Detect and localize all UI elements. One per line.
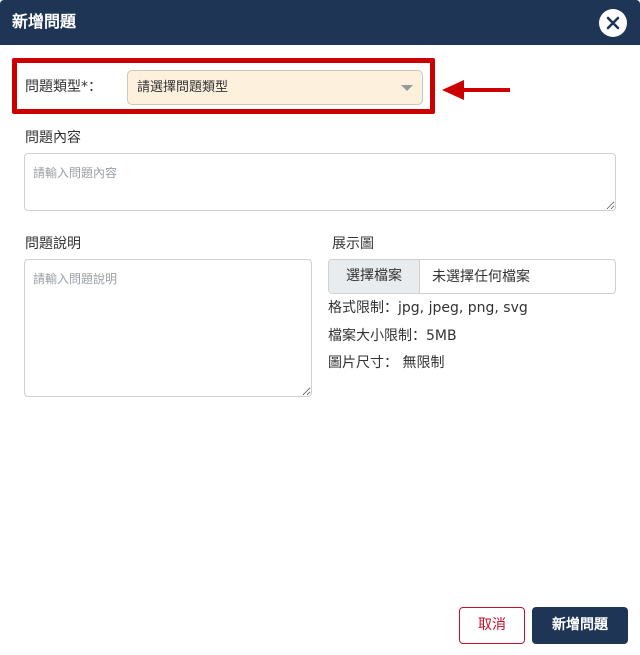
submit-button[interactable]: 新增問題 (532, 607, 628, 644)
arrow-left-icon (442, 80, 510, 100)
question-content-label: 問題內容 (25, 130, 81, 146)
question-type-selected-text: 請選擇問題類型 (137, 80, 229, 95)
close-icon (606, 16, 620, 30)
file-status-text: 未選擇任何檔案 (432, 269, 530, 285)
dialog-title: 新增問題 (12, 12, 77, 31)
close-button[interactable] (599, 9, 627, 37)
dimension-limit-text: 圖片尺寸： 無限制 (328, 355, 445, 371)
display-image-label: 展示圖 (332, 236, 374, 252)
caret-down-icon (401, 85, 413, 91)
question-description-input[interactable] (24, 259, 312, 397)
question-description-label: 問題說明 (25, 236, 81, 252)
choose-file-button[interactable]: 選擇檔案 (329, 260, 420, 293)
size-limit-text: 檔案大小限制：5MB (328, 328, 457, 344)
file-input[interactable]: 選擇檔案 未選擇任何檔案 (328, 259, 616, 294)
dialog-header: 新增問題 (0, 0, 640, 45)
question-content-input[interactable] (24, 153, 616, 211)
question-type-label: 問題類型*： (25, 79, 102, 95)
question-type-select[interactable]: 請選擇問題類型 (127, 70, 423, 105)
cancel-button[interactable]: 取消 (459, 607, 525, 644)
format-limit-text: 格式限制：jpg, jpeg, png, svg (328, 300, 528, 316)
